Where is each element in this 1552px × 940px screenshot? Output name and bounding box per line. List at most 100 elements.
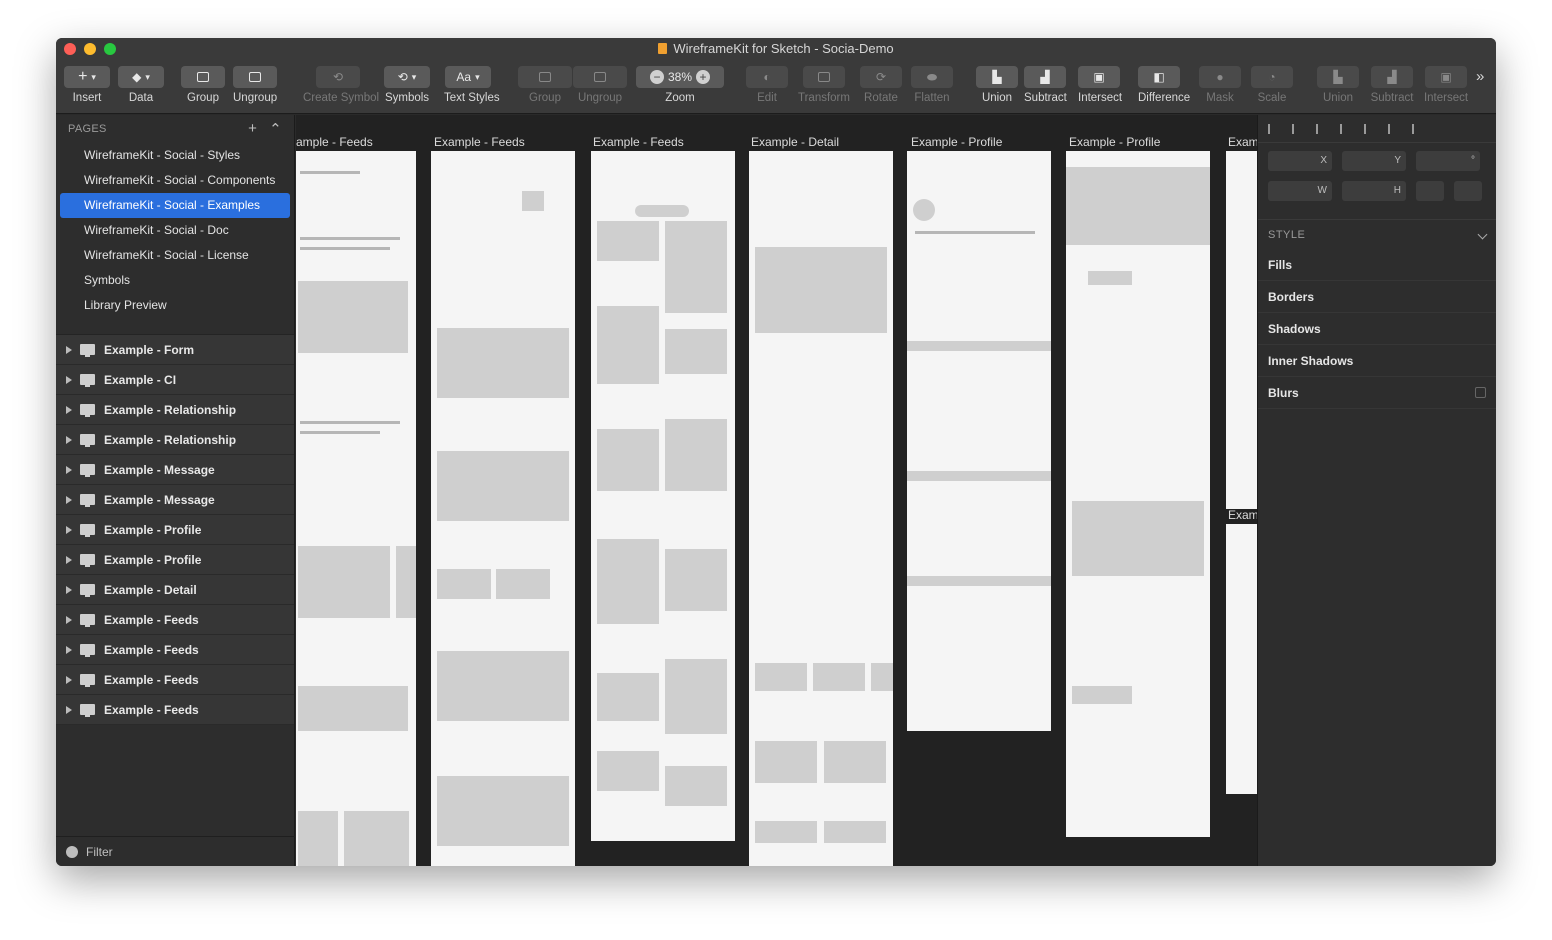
layer-item[interactable]: Example - Detail — [56, 575, 294, 605]
page-item[interactable]: WireframeKit - Social - Components — [60, 168, 290, 193]
collapse-pages-icon[interactable]: ⌃ — [269, 120, 282, 138]
artboard-label[interactable]: Example - Profile — [1069, 135, 1160, 149]
layer-item[interactable]: Example - Feeds — [56, 635, 294, 665]
align-right-icon[interactable] — [1340, 123, 1352, 134]
disclosure-triangle-icon[interactable] — [66, 675, 72, 684]
flip-horizontal-icon[interactable] — [1416, 181, 1444, 201]
layer-item[interactable]: Example - CI — [56, 365, 294, 395]
artboard-label[interactable]: Exam — [1228, 508, 1257, 522]
disclosure-triangle-icon[interactable] — [66, 465, 72, 474]
mask-button[interactable]: ● Mask — [1199, 66, 1241, 110]
artboard-label[interactable]: Example - Feeds — [593, 135, 684, 149]
artboard-detail[interactable] — [749, 151, 893, 866]
text-styles-button[interactable]: Aa ▾ Text Styles — [444, 66, 500, 110]
blurs-checkbox[interactable] — [1475, 387, 1486, 398]
scale-button[interactable]: ◔ Scale — [1251, 66, 1293, 110]
ungroup-button-2[interactable]: Ungroup — [572, 66, 628, 110]
flip-vertical-icon[interactable] — [1454, 181, 1482, 201]
artboard-icon — [80, 464, 95, 477]
disclosure-triangle-icon[interactable] — [66, 405, 72, 414]
layer-item[interactable]: Example - Feeds — [56, 605, 294, 635]
align-bottom-icon[interactable] — [1412, 123, 1424, 134]
zoom-in-button[interactable]: + — [696, 70, 711, 84]
disclosure-triangle-icon[interactable] — [66, 585, 72, 594]
subtract-button-2[interactable]: ▟ Subtract — [1369, 66, 1415, 110]
union-button-2[interactable]: ▙ Union — [1317, 66, 1359, 110]
page-item[interactable]: Library Preview — [60, 293, 290, 318]
artboard-label[interactable]: Example - Profile — [911, 135, 1002, 149]
filter-bar[interactable]: Filter — [56, 836, 295, 866]
layer-item[interactable]: Example - Feeds — [56, 665, 294, 695]
align-center-icon[interactable] — [1292, 123, 1304, 134]
artboard-feeds-3[interactable] — [591, 151, 735, 841]
layer-item[interactable]: Example - Message — [56, 455, 294, 485]
width-field[interactable]: W — [1268, 181, 1332, 201]
rotate-button[interactable]: ⟳ Rotate — [860, 66, 902, 110]
page-item[interactable]: WireframeKit - Social - Doc — [60, 218, 290, 243]
union-button[interactable]: ▙ Union — [976, 66, 1018, 110]
ungroup-button[interactable]: Ungroup — [233, 66, 277, 110]
x-field[interactable]: X — [1268, 151, 1332, 171]
layer-item[interactable]: Example - Profile — [56, 545, 294, 575]
page-item[interactable]: Symbols — [60, 268, 290, 293]
borders-section[interactable]: Borders — [1258, 281, 1496, 313]
artboard-partial-1[interactable] — [1226, 151, 1257, 509]
intersect-button[interactable]: ▣ Intersect — [1078, 66, 1122, 110]
shadows-section[interactable]: Shadows — [1258, 313, 1496, 345]
artboard-partial-2[interactable] — [1226, 524, 1257, 794]
difference-button[interactable]: ◧ Difference — [1138, 66, 1190, 110]
height-field[interactable]: H — [1342, 181, 1406, 201]
add-page-icon[interactable]: + — [248, 120, 257, 138]
intersect-button-2[interactable]: ▣ Intersect — [1423, 66, 1469, 110]
group-button-2[interactable]: Group — [518, 66, 572, 110]
style-section-header[interactable]: STYLE — [1258, 219, 1496, 249]
insert-button[interactable]: + ▾ Insert — [64, 66, 110, 110]
align-left-icon[interactable] — [1268, 123, 1280, 134]
disclosure-triangle-icon[interactable] — [66, 555, 72, 564]
artboard-feeds-2[interactable] — [431, 151, 575, 866]
disclosure-triangle-icon[interactable] — [66, 705, 72, 714]
canvas[interactable]: ample - Feeds Example - Feeds Example - … — [296, 115, 1257, 866]
rotation-field[interactable]: ° — [1416, 151, 1480, 171]
align-top-icon[interactable] — [1364, 123, 1376, 134]
layer-item[interactable]: Example - Message — [56, 485, 294, 515]
inner-shadows-section[interactable]: Inner Shadows — [1258, 345, 1496, 377]
subtract-button[interactable]: ▟ Subtract — [1024, 66, 1067, 110]
group-button[interactable]: Group — [181, 66, 225, 110]
page-item[interactable]: WireframeKit - Social - Styles — [60, 143, 290, 168]
artboard-profile-2[interactable] — [1066, 151, 1210, 837]
align-middle-icon[interactable] — [1388, 123, 1400, 134]
toolbar-overflow-button[interactable]: » — [1476, 68, 1484, 85]
flatten-button[interactable]: ⬬ Flatten — [911, 66, 953, 110]
layer-item[interactable]: Example - Relationship — [56, 425, 294, 455]
blurs-section[interactable]: Blurs — [1258, 377, 1496, 409]
disclosure-triangle-icon[interactable] — [66, 615, 72, 624]
zoom-out-button[interactable]: − — [649, 70, 664, 84]
edit-button[interactable]: ◐ Edit — [746, 66, 788, 110]
artboard-label[interactable]: ample - Feeds — [296, 135, 373, 149]
layer-item[interactable]: Example - Relationship — [56, 395, 294, 425]
layer-item[interactable]: Example - Profile — [56, 515, 294, 545]
layer-item[interactable]: Example - Form — [56, 335, 294, 365]
artboard-label[interactable]: Example - Feeds — [434, 135, 525, 149]
create-symbol-button[interactable]: ⟲ Create Symbol — [303, 66, 379, 110]
artboard-label[interactable]: Example - Detail — [751, 135, 839, 149]
disclosure-triangle-icon[interactable] — [66, 345, 72, 354]
artboard-profile-1[interactable] — [907, 151, 1051, 731]
disclosure-triangle-icon[interactable] — [66, 495, 72, 504]
disclosure-triangle-icon[interactable] — [66, 435, 72, 444]
distribute-icon[interactable] — [1316, 123, 1328, 134]
artboard-label[interactable]: Exam — [1228, 135, 1257, 149]
page-item[interactable]: WireframeKit - Social - Examples — [60, 193, 290, 218]
page-item[interactable]: WireframeKit - Social - License — [60, 243, 290, 268]
disclosure-triangle-icon[interactable] — [66, 645, 72, 654]
data-button[interactable]: ◆ ▾ Data — [118, 66, 164, 110]
layer-item[interactable]: Example - Feeds — [56, 695, 294, 725]
disclosure-triangle-icon[interactable] — [66, 525, 72, 534]
transform-button[interactable]: Transform — [798, 66, 850, 110]
disclosure-triangle-icon[interactable] — [66, 375, 72, 384]
fills-section[interactable]: Fills — [1258, 249, 1496, 281]
artboard-feeds-1[interactable] — [296, 151, 416, 866]
y-field[interactable]: Y — [1342, 151, 1406, 171]
symbols-button[interactable]: ⟲ ▾ Symbols — [384, 66, 430, 110]
